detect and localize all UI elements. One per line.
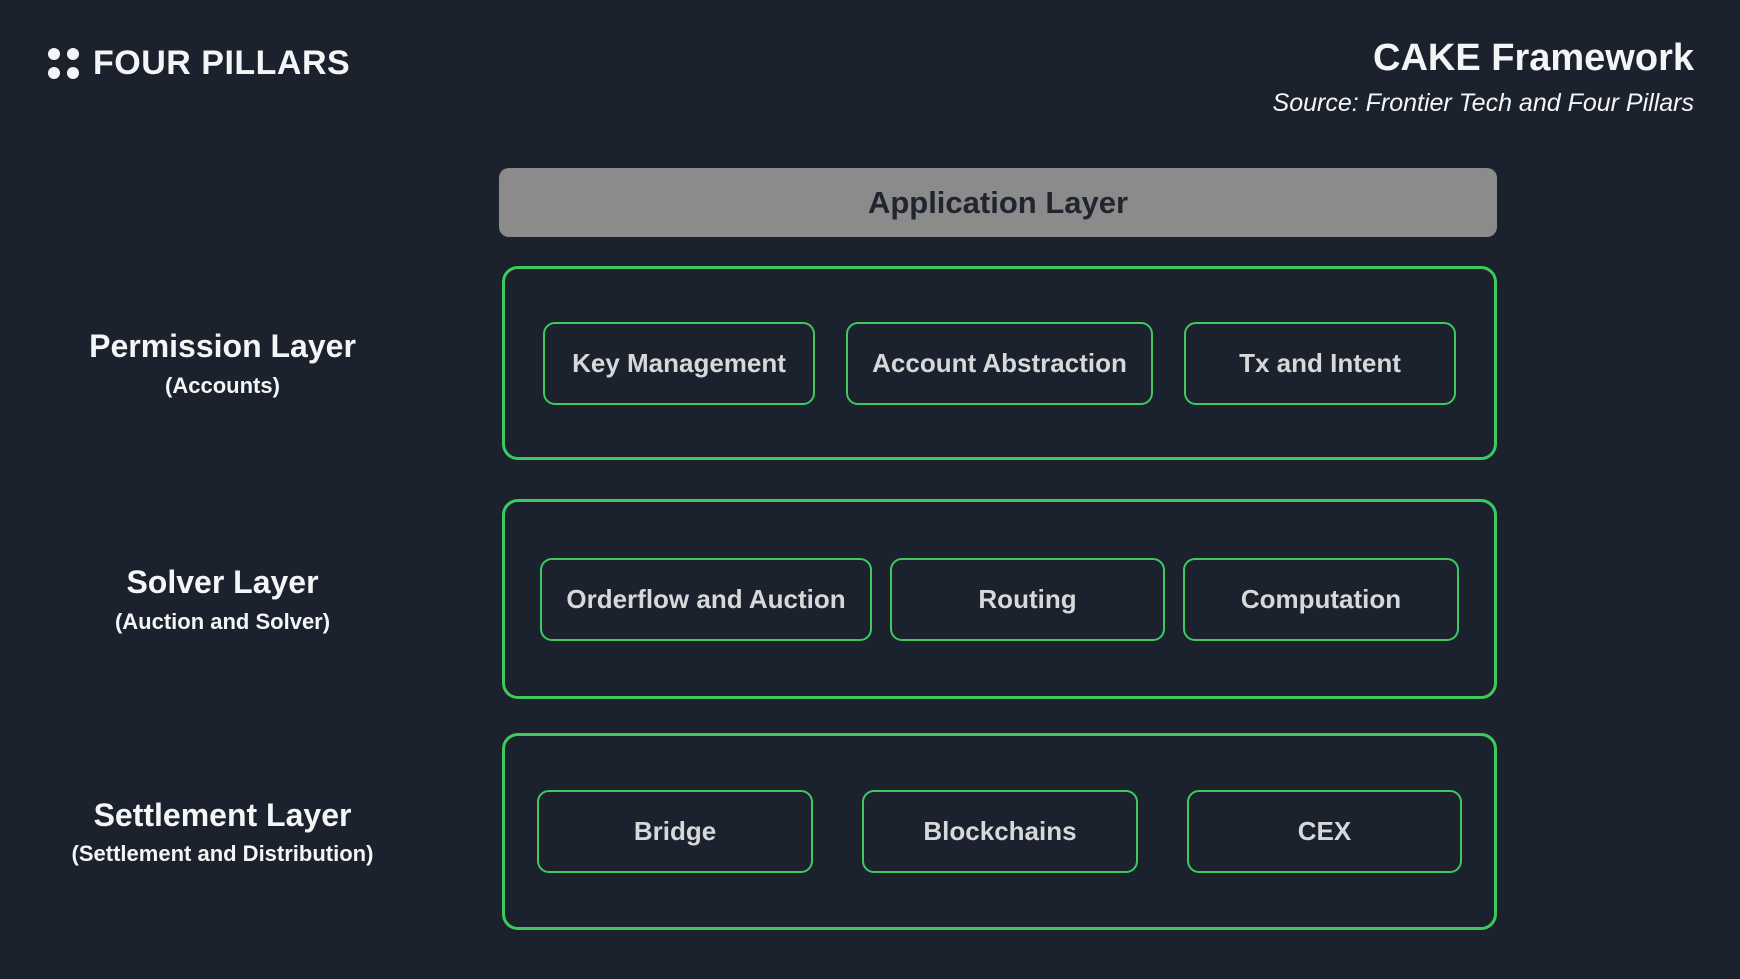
layer-title: Permission Layer (89, 327, 356, 365)
solver-layer-container: Orderflow and Auction Routing Computatio… (502, 499, 1497, 699)
settlement-layer-container: Bridge Blockchains CEX (502, 733, 1497, 930)
source-caption: Source: Frontier Tech and Four Pillars (1273, 89, 1694, 118)
solver-layer-label-block: Solver Layer (Auction and Solver) (0, 499, 445, 699)
diagram-canvas: FOUR PILLARS CAKE Framework Source: Fron… (0, 0, 1740, 979)
permission-layer-container: Key Management Account Abstraction Tx an… (502, 266, 1497, 460)
node-routing: Routing (890, 558, 1165, 641)
node-tx-and-intent: Tx and Intent (1184, 322, 1456, 405)
four-dots-icon (48, 48, 79, 79)
node-bridge: Bridge (537, 790, 813, 873)
diagram-title: CAKE Framework (1273, 38, 1694, 80)
node-orderflow-and-auction: Orderflow and Auction (540, 558, 872, 641)
layer-title: Settlement Layer (94, 796, 352, 834)
layer-title: Solver Layer (126, 563, 318, 601)
four-pillars-logo: FOUR PILLARS (48, 44, 350, 83)
node-key-management: Key Management (543, 322, 815, 405)
logo-text: FOUR PILLARS (93, 44, 350, 83)
layer-subtitle: (Accounts) (165, 373, 280, 399)
title-block: CAKE Framework Source: Frontier Tech and… (1273, 38, 1694, 118)
application-layer-bar: Application Layer (499, 168, 1497, 237)
node-cex: CEX (1187, 790, 1462, 873)
node-blockchains: Blockchains (862, 790, 1138, 873)
node-account-abstraction: Account Abstraction (846, 322, 1153, 405)
settlement-layer-label-block: Settlement Layer (Settlement and Distrib… (0, 733, 445, 930)
layer-subtitle: (Settlement and Distribution) (72, 841, 374, 867)
layer-subtitle: (Auction and Solver) (115, 609, 330, 635)
permission-layer-label-block: Permission Layer (Accounts) (0, 266, 445, 460)
application-layer-label: Application Layer (868, 185, 1128, 221)
node-computation: Computation (1183, 558, 1459, 641)
